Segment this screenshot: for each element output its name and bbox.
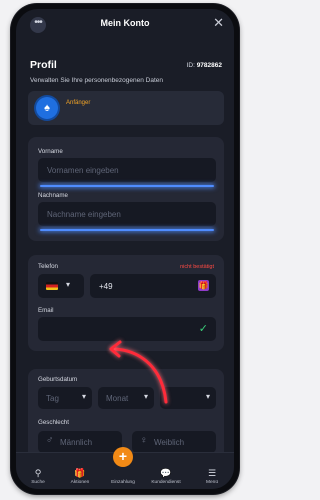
nav-menu[interactable]: ☰ Menü	[192, 468, 232, 485]
app-screen: ••• Mein Konto ✕ Profil ID: 9782862 Verw…	[16, 9, 234, 489]
annotation-arrow-icon	[109, 340, 168, 404]
menu-icon: ☰	[207, 468, 217, 478]
chat-icon: 💬	[160, 468, 172, 478]
nav-support-label: Kundendienst	[151, 480, 181, 485]
search-icon: ⚲	[34, 468, 42, 478]
nav-search-label: Suche	[31, 480, 45, 485]
bottom-nav: ⚲ Suche 🎁 Aktionen + Einzahlung 💬 Kunden…	[16, 447, 234, 489]
nav-promotions[interactable]: 🎁 Aktionen	[60, 468, 100, 485]
gift-icon: 🎁	[74, 468, 86, 478]
nav-menu-label: Menü	[206, 480, 218, 485]
nav-deposit[interactable]: Einzahlung	[103, 468, 143, 485]
nav-support[interactable]: 💬 Kundendienst	[146, 468, 186, 485]
nav-deposit-label: Einzahlung	[111, 480, 135, 485]
phone-frame: ••• Mein Konto ✕ Profil ID: 9782862 Verw…	[11, 4, 239, 494]
plus-icon[interactable]: +	[113, 447, 133, 467]
nav-promotions-label: Aktionen	[70, 480, 90, 485]
nav-search[interactable]: ⚲ Suche	[18, 468, 58, 485]
